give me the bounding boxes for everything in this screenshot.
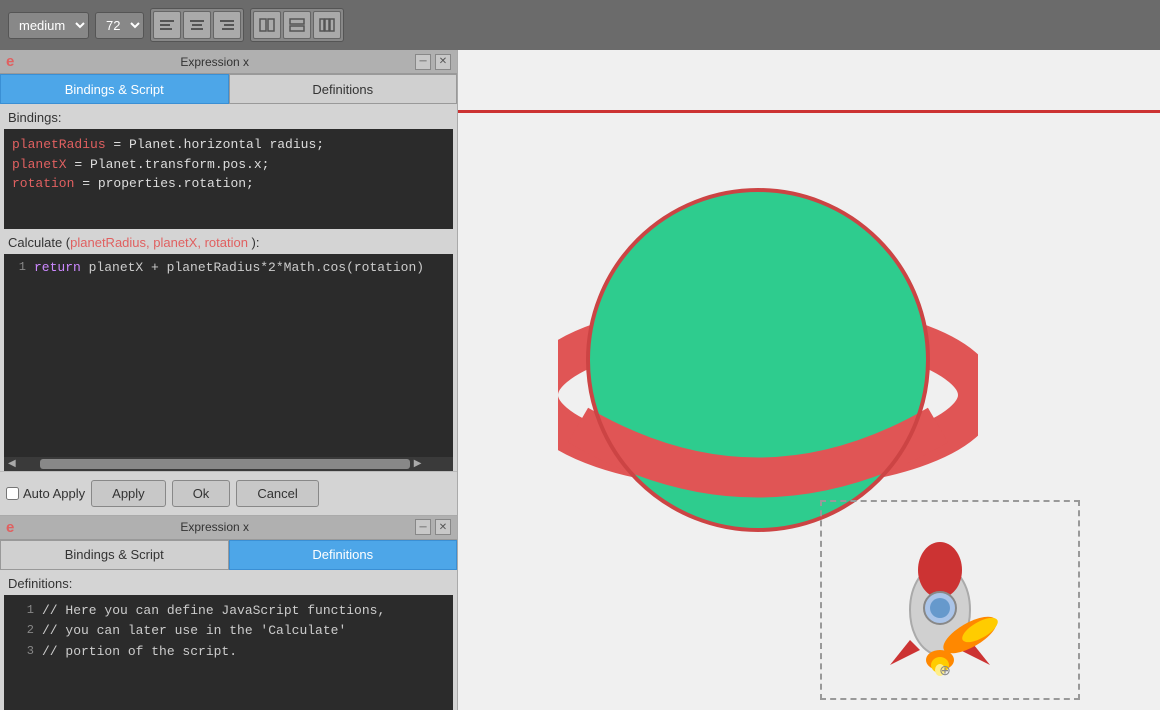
layout-2-icon [289, 18, 305, 32]
expression-window-bottom: e Expression x ─ ✕ Bindings & Script Def… [0, 515, 457, 710]
calculate-paren: ): [248, 235, 260, 250]
align-group [150, 8, 244, 42]
enact-logo-icon-2: e [6, 519, 14, 536]
horizontal-scrollbar[interactable]: ◀ ▶ [4, 457, 453, 471]
expr-titlebar-top: e Expression x ─ ✕ [0, 50, 457, 74]
calculate-params: planetRadius, planetX, rotation [70, 235, 248, 250]
align-center-btn[interactable] [183, 11, 211, 39]
auto-apply-container: Auto Apply [6, 486, 85, 501]
layout-btn-1[interactable] [253, 11, 281, 39]
calculate-editor[interactable]: 1 return planetX + planetRadius*2*Math.c… [4, 254, 453, 457]
definitions-editor[interactable]: 1 // Here you can define JavaScript func… [4, 595, 453, 710]
rocket-svg: ⊕ [850, 520, 1050, 680]
auto-apply-checkbox[interactable] [6, 487, 19, 500]
def-line-1: 1 // Here you can define JavaScript func… [12, 601, 445, 622]
align-right-btn[interactable] [213, 11, 241, 39]
bindings-editor[interactable]: planetRadius = Planet.horizontal radius;… [4, 129, 453, 229]
titlebar-btns-bottom: ─ ✕ [415, 519, 451, 535]
scroll-thumb[interactable] [40, 459, 410, 469]
canvas-area[interactable]: ⊕ [458, 50, 1160, 710]
align-center-icon [189, 18, 205, 32]
rocket-container[interactable]: ⊕ [820, 500, 1080, 700]
enact-logo-icon: e [6, 53, 14, 70]
binding-line-3: rotation = properties.rotation; [12, 174, 445, 194]
align-left-btn[interactable] [153, 11, 181, 39]
medium-select[interactable]: medium [8, 12, 89, 39]
apply-button[interactable]: Apply [91, 480, 166, 507]
expr-title-bottom: Expression x [14, 520, 415, 534]
code-line-1: 1 return planetX + planetRadius*2*Math.c… [4, 258, 453, 279]
def-line-3: 3 // portion of the script. [12, 642, 445, 663]
auto-apply-label: Auto Apply [23, 486, 85, 501]
ok-button[interactable]: Ok [172, 480, 231, 507]
minimize-btn-bottom[interactable]: ─ [415, 519, 431, 535]
scroll-left-arrow[interactable]: ◀ [4, 458, 20, 469]
expr-tabs-bottom: Bindings & Script Definitions [0, 540, 457, 570]
layout-group [250, 8, 344, 42]
close-btn-top[interactable]: ✕ [435, 54, 451, 70]
align-left-icon [159, 18, 175, 32]
titlebar-btns-top: ─ ✕ [415, 54, 451, 70]
expr-titlebar-bottom: e Expression x ─ ✕ [0, 516, 457, 540]
close-btn-bottom[interactable]: ✕ [435, 519, 451, 535]
size-select[interactable]: 72 [95, 12, 144, 39]
bottom-buttons: Auto Apply Apply Ok Cancel [0, 471, 457, 515]
scroll-right-arrow[interactable]: ▶ [410, 458, 426, 469]
calculate-text: Calculate ( [8, 235, 70, 250]
layout-btn-2[interactable] [283, 11, 311, 39]
def-line-2: 2 // you can later use in the 'Calculate… [12, 621, 445, 642]
left-panel: e Expression x ─ ✕ Bindings & Script Def… [0, 50, 458, 710]
main-area: e Expression x ─ ✕ Bindings & Script Def… [0, 50, 1160, 710]
align-right-icon [219, 18, 235, 32]
expr-tabs-top: Bindings & Script Definitions [0, 74, 457, 104]
layout-1-icon [259, 18, 275, 32]
layout-btn-3[interactable] [313, 11, 341, 39]
binding-line-2: planetX = Planet.transform.pos.x; [12, 155, 445, 175]
layout-3-icon [319, 18, 335, 32]
definitions-label: Definitions: [0, 570, 457, 595]
svg-text:⊕: ⊕ [939, 662, 951, 678]
toolbar: medium 72 [0, 0, 1160, 50]
tab-bindings-bottom[interactable]: Bindings & Script [0, 540, 229, 570]
binding-line-1: planetRadius = Planet.horizontal radius; [12, 135, 445, 155]
cancel-button[interactable]: Cancel [236, 480, 318, 507]
tab-definitions-top[interactable]: Definitions [229, 74, 458, 104]
minimize-btn-top[interactable]: ─ [415, 54, 431, 70]
expr-title-top: Expression x [14, 55, 415, 69]
expression-window-top: e Expression x ─ ✕ Bindings & Script Def… [0, 50, 457, 104]
calculate-label: Calculate (planetRadius, planetX, rotati… [0, 229, 457, 254]
tab-definitions-bottom[interactable]: Definitions [229, 540, 458, 570]
tab-bindings-top[interactable]: Bindings & Script [0, 74, 229, 104]
bindings-label: Bindings: [0, 104, 457, 129]
